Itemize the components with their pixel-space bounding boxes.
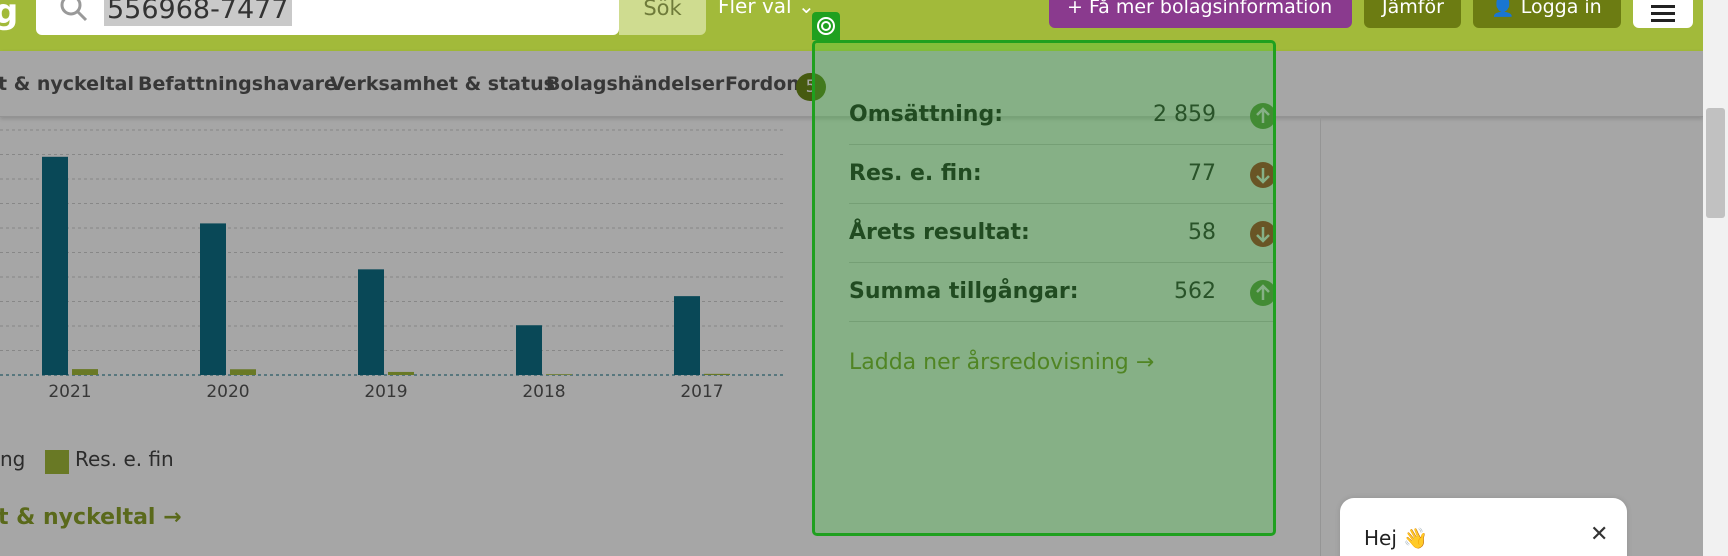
hamburger-icon-line	[1651, 12, 1675, 15]
page-scrollbar[interactable]	[1703, 0, 1728, 556]
get-more-info-label: Få mer bolagsinformation	[1088, 0, 1333, 18]
legend-series-1: ng	[0, 447, 26, 471]
x-tick-label: 2020	[206, 382, 249, 402]
bar-omsattning-2017[interactable]	[674, 296, 700, 375]
arrow-right-icon: →	[163, 505, 182, 530]
hamburger-icon-line	[1651, 19, 1675, 22]
login-label: Logga in	[1520, 0, 1602, 18]
nav-item-company-events[interactable]: Bolagshändelser	[546, 73, 724, 95]
user-icon: 👤	[1491, 0, 1521, 18]
nav-item-key-figures[interactable]: t & nyckeltal	[0, 73, 134, 95]
bar-omsattning-2021[interactable]	[42, 156, 68, 375]
key-figures-link[interactable]: t & nyckeltal →	[0, 505, 182, 530]
search-input[interactable]: 556968-7477	[104, 0, 292, 26]
x-tick-label: 2021	[48, 382, 91, 402]
more-choices-label: Fler val	[718, 0, 792, 18]
bar-omsattning-2019[interactable]	[358, 269, 384, 375]
bar-res-e-fin-2019[interactable]	[388, 371, 414, 375]
financial-bar-chart: 2021 2020 2019 2018 2017	[0, 129, 785, 402]
chat-widget[interactable]: Hej 👋 ✕	[1340, 498, 1627, 556]
target-icon	[812, 12, 840, 40]
nav-item-officers[interactable]: Befattningshavare	[138, 73, 337, 95]
x-tick-label: 2018	[522, 382, 565, 402]
hamburger-menu-button[interactable]	[1633, 0, 1693, 28]
legend-swatch-res-e-fin	[45, 450, 69, 474]
plus-icon: +	[1067, 0, 1089, 18]
get-more-info-button[interactable]: + Få mer bolagsinformation	[1049, 0, 1352, 28]
more-choices-dropdown[interactable]: Fler val ⌄	[718, 0, 815, 18]
bar-omsattning-2018[interactable]	[516, 325, 542, 375]
nav-item-business-status[interactable]: Verksamhet & status	[330, 73, 555, 95]
column-divider	[1320, 117, 1321, 556]
bar-res-e-fin-2017[interactable]	[704, 373, 730, 375]
scrollbar-thumb[interactable]	[1706, 108, 1725, 218]
legend-series-2: Res. e. fin	[75, 447, 174, 471]
close-icon[interactable]: ✕	[1590, 522, 1608, 547]
nav-item-vehicles[interactable]: Fordon	[725, 73, 800, 95]
compare-button[interactable]: Jämför	[1364, 0, 1461, 28]
bar-res-e-fin-2021[interactable]	[72, 369, 98, 375]
bar-omsattning-2020[interactable]	[200, 223, 226, 375]
logo[interactable]: g	[0, 0, 18, 32]
hamburger-icon	[1651, 5, 1675, 8]
x-tick-label: 2017	[680, 382, 723, 402]
chat-greeting: Hej 👋	[1364, 526, 1429, 550]
bar-res-e-fin-2020[interactable]	[230, 369, 256, 375]
login-button[interactable]: 👤 Logga in	[1473, 0, 1621, 28]
x-tick-label: 2019	[364, 382, 407, 402]
search-icon	[60, 0, 88, 22]
selection-highlight	[812, 40, 1276, 536]
key-figures-link-label: t & nyckeltal	[0, 505, 156, 530]
search-button[interactable]: Sök	[619, 0, 706, 35]
bar-res-e-fin-2018[interactable]	[546, 374, 572, 375]
